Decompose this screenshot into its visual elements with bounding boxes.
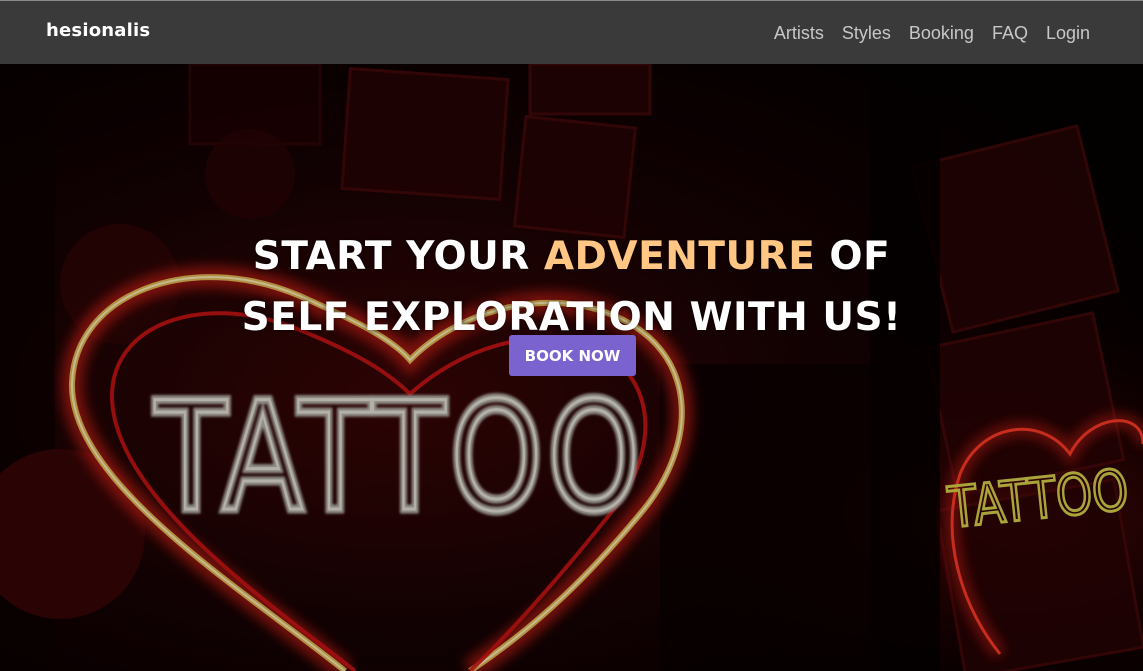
nav-link-styles[interactable]: Styles [842,23,891,44]
brand-logo[interactable]: hesionalis [46,20,150,41]
nav-link-login[interactable]: Login [1046,23,1090,44]
headline-part-1: START YOUR [252,234,544,280]
hero-section: TATTOO TATTOO TATTOO START YOUR ADVENTUR… [0,64,1143,671]
hero-headline: START YOUR ADVENTURE OF SELF EXPLORATION… [0,226,1143,348]
nav-link-artists[interactable]: Artists [774,23,824,44]
headline-part-2: OF [815,234,891,280]
nav-link-booking[interactable]: Booking [909,23,974,44]
nav-links: Artists Styles Booking FAQ Login [774,23,1090,44]
headline-line-2: SELF EXPLORATION WITH US! [241,295,902,341]
book-now-button[interactable]: BOOK NOW [509,335,636,376]
page: hesionalis Artists Styles Booking FAQ Lo… [0,0,1143,671]
navbar: hesionalis Artists Styles Booking FAQ Lo… [0,0,1143,64]
headline-accent: ADVENTURE [543,234,816,280]
nav-link-faq[interactable]: FAQ [992,23,1028,44]
